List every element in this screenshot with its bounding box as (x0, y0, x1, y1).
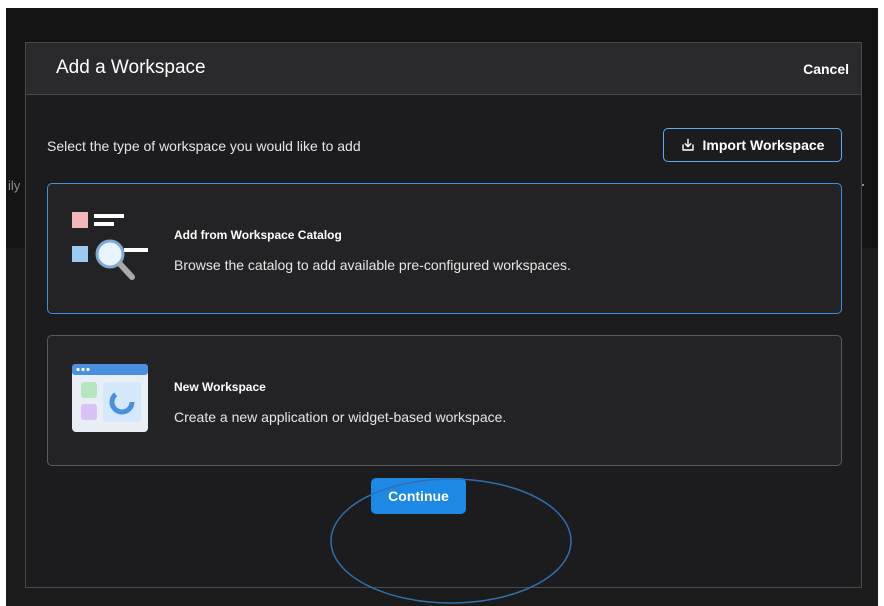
dialog-title: Add a Workspace (56, 57, 206, 78)
screen: ily Add a Workspace Cancel Select the ty… (0, 0, 884, 606)
option-description: Browse the catalog to add available pre-… (174, 257, 571, 273)
option-title: New Workspace (174, 380, 266, 394)
instruction-text: Select the type of workspace you would l… (47, 138, 361, 154)
import-icon (681, 138, 695, 152)
option-new-workspace[interactable]: New Workspace Create a new application o… (47, 335, 842, 466)
import-workspace-label: Import Workspace (702, 137, 825, 153)
option-workspace-catalog[interactable]: Add from Workspace Catalog Browse the ca… (47, 183, 842, 314)
dialog-header: Add a Workspace Cancel (26, 43, 861, 95)
continue-button[interactable]: Continue (371, 478, 466, 514)
option-title: Add from Workspace Catalog (174, 228, 342, 242)
backdrop-text-fragment: ily (8, 178, 21, 193)
option-description: Create a new application or widget-based… (174, 409, 507, 425)
import-workspace-button[interactable]: Import Workspace (663, 128, 842, 162)
new-workspace-icon (72, 364, 150, 436)
catalog-search-icon (72, 212, 150, 284)
cancel-button[interactable]: Cancel (803, 61, 849, 77)
